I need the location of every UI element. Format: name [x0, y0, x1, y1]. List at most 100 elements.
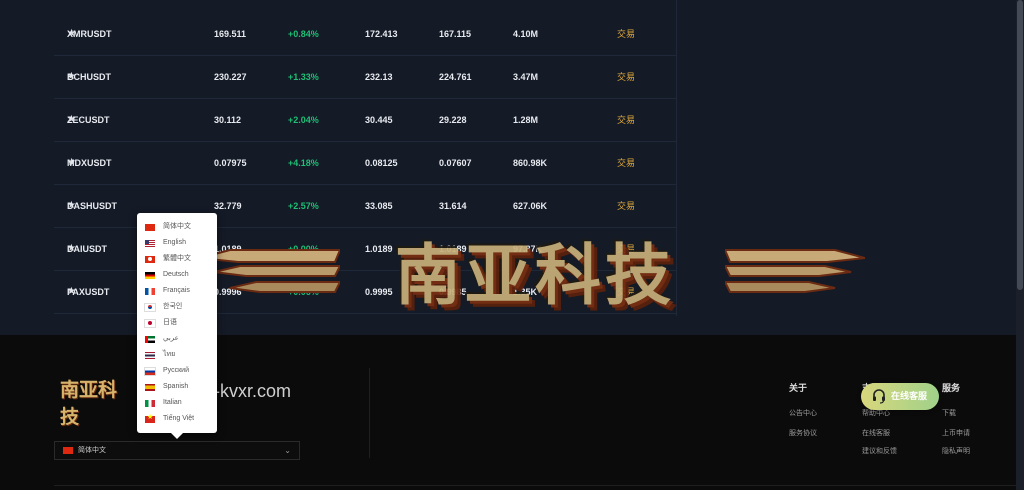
footer-link-online-support[interactable]: 在线客服: [862, 428, 890, 438]
logo-text: 南亚科技: [60, 379, 118, 428]
last-price: 0.07975: [214, 158, 247, 168]
last-price: 30.112: [214, 115, 242, 125]
trade-link[interactable]: 交易: [617, 13, 635, 55]
footer-logo[interactable]: 南亚科技: [60, 375, 130, 428]
volume: 4.10M: [513, 29, 539, 39]
language-name: English: [163, 239, 186, 246]
flag-hk-icon: [145, 256, 155, 263]
footer-link-terms[interactable]: 服务协议: [789, 428, 817, 438]
language-name: Spanish: [163, 383, 189, 390]
chevron-down-icon: ⌄: [284, 446, 291, 455]
flag-it-icon: [145, 400, 155, 407]
language-option-en[interactable]: English: [137, 235, 217, 251]
language-name: Français: [163, 287, 190, 294]
language-option-fr[interactable]: Français: [137, 283, 217, 299]
volume: 627.06K: [513, 201, 548, 211]
language-option-de[interactable]: Deutsch: [137, 267, 217, 283]
flag-cn-icon: [145, 224, 155, 231]
language-name: Tiếng Việt: [163, 415, 195, 422]
trade-link[interactable]: 交易: [617, 99, 635, 141]
language-select[interactable]: 简体中文 ⌄: [54, 441, 300, 460]
language-option-ru[interactable]: Русский: [137, 363, 217, 379]
language-name: Italian: [163, 399, 182, 406]
language-option-es[interactable]: Spanish: [137, 379, 217, 395]
low-price: 31.614: [439, 201, 467, 211]
footer-link-listing[interactable]: 上币申请: [942, 428, 970, 438]
high-price: 33.085: [365, 201, 393, 211]
footer-col-title-services: 服务: [942, 383, 961, 393]
footer-link-download[interactable]: 下载: [942, 408, 956, 418]
trade-link[interactable]: 交易: [617, 56, 635, 98]
table-row[interactable]: ★ ZECUSDT 30.112 +2.04% 30.445 29.228 1.2…: [54, 99, 676, 142]
scrollbar-thumb[interactable]: [1017, 0, 1023, 290]
last-price: 1.0189: [214, 244, 242, 254]
change-percent: +0.84%: [288, 29, 319, 39]
language-name: 繁體中文: [163, 255, 191, 262]
language-option-zh-cn[interactable]: 简体中文: [137, 219, 217, 235]
low-price: 0.07607: [439, 158, 472, 168]
table-row[interactable]: ★ BCHUSDT 230.227 +1.33% 232.13 224.761 3…: [54, 56, 676, 99]
site-domain: -kvxr.com: [214, 381, 292, 401]
footer-link-feedback[interactable]: 建议和反馈: [862, 446, 897, 456]
flag-de-icon: [145, 272, 155, 279]
last-price: 32.779: [214, 201, 242, 211]
online-support-button[interactable]: 在线客服: [861, 383, 939, 410]
symbol: DASHUSDT: [67, 201, 118, 211]
trade-link[interactable]: 交易: [617, 142, 635, 184]
footer-link-announcements[interactable]: 公告中心: [789, 408, 817, 418]
table-row[interactable]: ★ XMRUSDT 169.511 +0.84% 172.413 167.115 …: [54, 13, 676, 56]
low-price: 224.761: [439, 72, 472, 82]
flag-ru-icon: [144, 367, 156, 376]
low-price: 0.9985: [439, 287, 467, 297]
footer-col-title-about: 关于: [789, 383, 808, 393]
flag-kr-icon: [144, 303, 156, 312]
footer-divider: [369, 368, 370, 458]
language-option-ja[interactable]: 日语: [137, 315, 217, 331]
volume: 1.35K: [513, 287, 538, 297]
language-option-vi[interactable]: Tiếng Việt: [137, 411, 217, 427]
low-price: 1.0189: [439, 244, 467, 254]
language-name: Русский: [163, 367, 189, 374]
low-price: 29.228: [439, 115, 467, 125]
symbol: XMRUSDT: [67, 29, 112, 39]
last-price: 230.227: [214, 72, 247, 82]
symbol: PAXUSDT: [67, 287, 110, 297]
volume: 860.98K: [513, 158, 548, 168]
flag-cn-icon: [63, 447, 73, 454]
volume: 3.47M: [513, 72, 539, 82]
language-option-th[interactable]: ไทย: [137, 347, 217, 363]
footer-link-privacy[interactable]: 隐私声明: [942, 446, 970, 456]
high-price: 0.9995: [365, 287, 393, 297]
volume: 97.87K: [513, 244, 543, 254]
online-support-label: 在线客服: [891, 391, 928, 401]
change-percent: +2.04%: [288, 115, 319, 125]
trade-link[interactable]: 交易: [617, 271, 635, 313]
symbol: MDXUSDT: [67, 158, 112, 168]
symbol: DAIUSDT: [67, 244, 107, 254]
flag-th-icon: [145, 352, 155, 359]
headset-icon: [873, 389, 885, 404]
flag-jp-icon: [144, 319, 156, 328]
language-option-it[interactable]: Italian: [137, 395, 217, 411]
flag-us-icon: [145, 240, 155, 247]
language-option-ko[interactable]: 한국인: [137, 299, 217, 315]
language-option-zh-tw[interactable]: 繁體中文: [137, 251, 217, 267]
language-name: عربي: [163, 335, 179, 342]
change-percent: +0.00%: [288, 244, 319, 254]
language-option-ar[interactable]: عربي: [137, 331, 217, 347]
trade-link[interactable]: 交易: [617, 185, 635, 227]
high-price: 232.13: [365, 72, 393, 82]
language-name: 日语: [163, 319, 177, 326]
table-row[interactable]: ★ MDXUSDT 0.07975 +4.18% 0.08125 0.07607 …: [54, 142, 676, 185]
language-name: 简体中文: [163, 223, 191, 230]
change-percent: +4.18%: [288, 158, 319, 168]
change-percent: +0.06%: [288, 287, 319, 297]
high-price: 0.08125: [365, 158, 398, 168]
language-name: Deutsch: [163, 271, 189, 278]
page-scrollbar[interactable]: [1016, 0, 1024, 490]
flag-ae-icon: [145, 336, 155, 343]
trade-link[interactable]: 交易: [617, 228, 635, 270]
symbol: ZECUSDT: [67, 115, 110, 125]
language-select-label: 简体中文: [78, 447, 106, 454]
change-percent: +2.57%: [288, 201, 319, 211]
